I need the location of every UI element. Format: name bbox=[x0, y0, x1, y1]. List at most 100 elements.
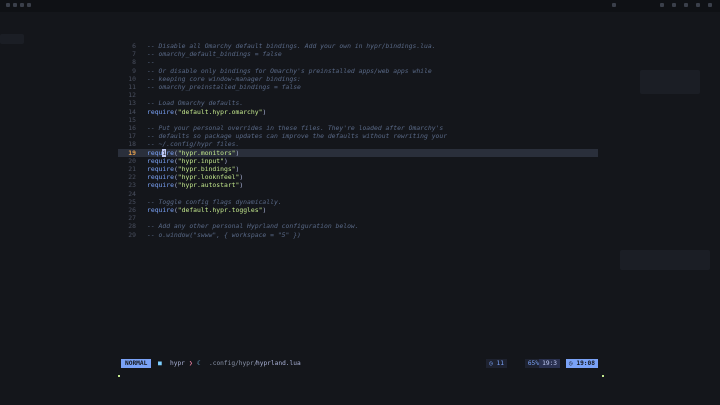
code-editor[interactable]: 6 -- Disable all Omarchy default bindings… bbox=[118, 42, 604, 372]
line-code: -- omarchy_preinstalled_bindings = false bbox=[147, 83, 301, 91]
code-line[interactable]: 21 require("hypr.bindings") bbox=[118, 165, 604, 173]
line-number: 11 bbox=[128, 83, 136, 91]
code-token: ) bbox=[239, 181, 244, 190]
line-number: 19 bbox=[128, 148, 136, 157]
code-token: -- Or disable only bindings for Omarchy'… bbox=[147, 66, 432, 75]
line-number: 15 bbox=[128, 115, 136, 124]
line-number: 18 bbox=[128, 140, 136, 149]
code-line[interactable]: 25 -- Toggle config flags dynamically. bbox=[118, 198, 604, 206]
line-code: -- Toggle config flags dynamically. bbox=[147, 198, 282, 206]
line-number: 25 bbox=[128, 197, 136, 206]
background-blur bbox=[620, 250, 710, 270]
line-code: require("default.hypr.toggles") bbox=[147, 206, 266, 214]
line-number: 24 bbox=[128, 189, 136, 198]
background-blur bbox=[0, 34, 24, 44]
code-token: -- Add any other personal Hyprland confi… bbox=[147, 222, 359, 231]
tray-icon[interactable] bbox=[660, 3, 664, 7]
tray-icon[interactable] bbox=[672, 3, 676, 7]
code-token: ) bbox=[235, 148, 240, 157]
code-token: require bbox=[147, 165, 174, 173]
command-line[interactable] bbox=[118, 375, 604, 381]
workspace-icon[interactable] bbox=[13, 3, 17, 7]
line-code: -- ~/.config/hypr files. bbox=[147, 140, 239, 148]
line-code: require("default.hypr.omarchy") bbox=[147, 108, 266, 116]
background-blur bbox=[640, 70, 700, 94]
code-line[interactable]: 29 -- o.window("swww", { workspace = "5" … bbox=[118, 231, 604, 239]
code-token: -- omarchy_preinstalled_bindings = false bbox=[147, 83, 301, 91]
folder-icon: ■ bbox=[158, 360, 162, 367]
code-token: -- bbox=[147, 58, 155, 67]
code-line[interactable]: 12 bbox=[118, 91, 604, 99]
file-name: hyprland.lua bbox=[256, 360, 301, 367]
code-token: "hypr.autostart" bbox=[177, 181, 240, 190]
tray-icon[interactable] bbox=[684, 3, 688, 7]
line-number: 27 bbox=[128, 214, 136, 223]
line-number: 16 bbox=[128, 124, 136, 132]
line-number: 8 bbox=[132, 58, 136, 67]
code-line[interactable]: 27 bbox=[118, 214, 604, 222]
line-number: 9 bbox=[132, 66, 136, 75]
line-code: -- Put your personal overrides in these … bbox=[147, 124, 443, 132]
code-line[interactable]: 9 -- Or disable only bindings for Omarchy… bbox=[118, 67, 604, 75]
code-token: require bbox=[147, 156, 174, 165]
line-code: -- Load Omarchy defaults. bbox=[147, 99, 243, 107]
line-number: 14 bbox=[128, 107, 136, 116]
tray-icon[interactable] bbox=[612, 3, 616, 7]
code-token: -- ~/.config/hypr files. bbox=[147, 140, 240, 149]
line-code: require("hypr.looknfeel") bbox=[147, 173, 243, 181]
code-token: ) bbox=[235, 165, 240, 173]
cursor-position: 19:3 bbox=[539, 359, 560, 368]
clock: ◷ 19:08 bbox=[565, 359, 598, 368]
line-code: -- Or disable only bindings for Omarchy'… bbox=[147, 67, 432, 75]
line-code: -- bbox=[147, 58, 155, 66]
code-line[interactable]: 18 -- ~/.config/hypr files. bbox=[118, 140, 604, 148]
line-code: require("hypr.monitors") bbox=[147, 148, 240, 157]
line-code: -- omarchy_default_bindings = false bbox=[147, 50, 282, 58]
line-number: 26 bbox=[128, 206, 136, 214]
code-line[interactable]: 26 require("default.hypr.toggles") bbox=[118, 206, 604, 214]
code-token: "hypr.bindings" bbox=[177, 165, 236, 173]
top-status-bar bbox=[0, 0, 720, 12]
code-line[interactable]: 11 -- omarchy_preinstalled_bindings = fal… bbox=[118, 83, 604, 91]
line-number: 7 bbox=[132, 50, 136, 59]
code-token: -- Toggle config flags dynamically. bbox=[147, 197, 282, 206]
code-line[interactable]: 15 bbox=[118, 116, 604, 124]
code-line[interactable]: 28 -- Add any other personal Hyprland con… bbox=[118, 222, 604, 230]
code-line[interactable]: 8 -- bbox=[118, 58, 604, 66]
code-line[interactable]: 14 require("default.hypr.omarchy") bbox=[118, 108, 604, 116]
code-line[interactable]: 17 -- defaults so package updates can imp… bbox=[118, 132, 604, 140]
workspace-icon[interactable] bbox=[27, 3, 31, 7]
line-number: 10 bbox=[128, 74, 136, 83]
code-line[interactable]: 23 require("hypr.autostart") bbox=[118, 181, 604, 189]
code-token: "default.hypr.omarchy" bbox=[177, 107, 263, 116]
tray-icon[interactable] bbox=[708, 3, 712, 7]
code-line[interactable]: 16 -- Put your personal overrides in thes… bbox=[118, 124, 604, 132]
code-line[interactable]: 13 -- Load Omarchy defaults. bbox=[118, 99, 604, 107]
tray-icon[interactable] bbox=[696, 3, 700, 7]
code-line[interactable]: 20 require("hypr.input") bbox=[118, 157, 604, 165]
line-code: -- keeping core window-manager bindings: bbox=[147, 75, 301, 83]
cmdline-marker bbox=[118, 375, 120, 377]
code-line[interactable]: 6 -- Disable all Omarchy default bindings… bbox=[118, 42, 604, 50]
line-number: 28 bbox=[128, 222, 136, 231]
clock-small-icon: ◷ bbox=[489, 360, 493, 367]
code-token: -- Load Omarchy defaults. bbox=[147, 99, 244, 108]
code-token: -- Put your personal overrides in these … bbox=[147, 124, 444, 132]
workspace-icon[interactable] bbox=[20, 3, 24, 7]
line-code: require("hypr.autostart") bbox=[147, 181, 243, 189]
code-line[interactable]: 24 bbox=[118, 190, 604, 198]
code-line[interactable]: 7 -- omarchy_default_bindings = false bbox=[118, 50, 604, 58]
code-token: -- omarchy_default_bindings = false bbox=[147, 50, 282, 59]
code-line[interactable]: 22 require("hypr.looknfeel") bbox=[118, 173, 604, 181]
workspace-icon[interactable] bbox=[6, 3, 10, 7]
line-number: 29 bbox=[128, 230, 136, 239]
code-token: "hypr.input" bbox=[177, 156, 224, 165]
code-token: ) bbox=[262, 206, 267, 214]
code-line[interactable]: 10 -- keeping core window-manager binding… bbox=[118, 75, 604, 83]
code-line[interactable]: 19 require("hypr.monitors") bbox=[118, 148, 598, 157]
line-code: -- o.window("swww", { workspace = "5" }) bbox=[147, 231, 301, 239]
editor-statusline: NORMAL ■ hypr ❯ ☾ .config/hypr/ hyprland… bbox=[121, 359, 598, 368]
line-code: -- Add any other personal Hyprland confi… bbox=[147, 222, 359, 230]
code-token: ) bbox=[223, 156, 228, 165]
code-token: require bbox=[147, 173, 174, 182]
